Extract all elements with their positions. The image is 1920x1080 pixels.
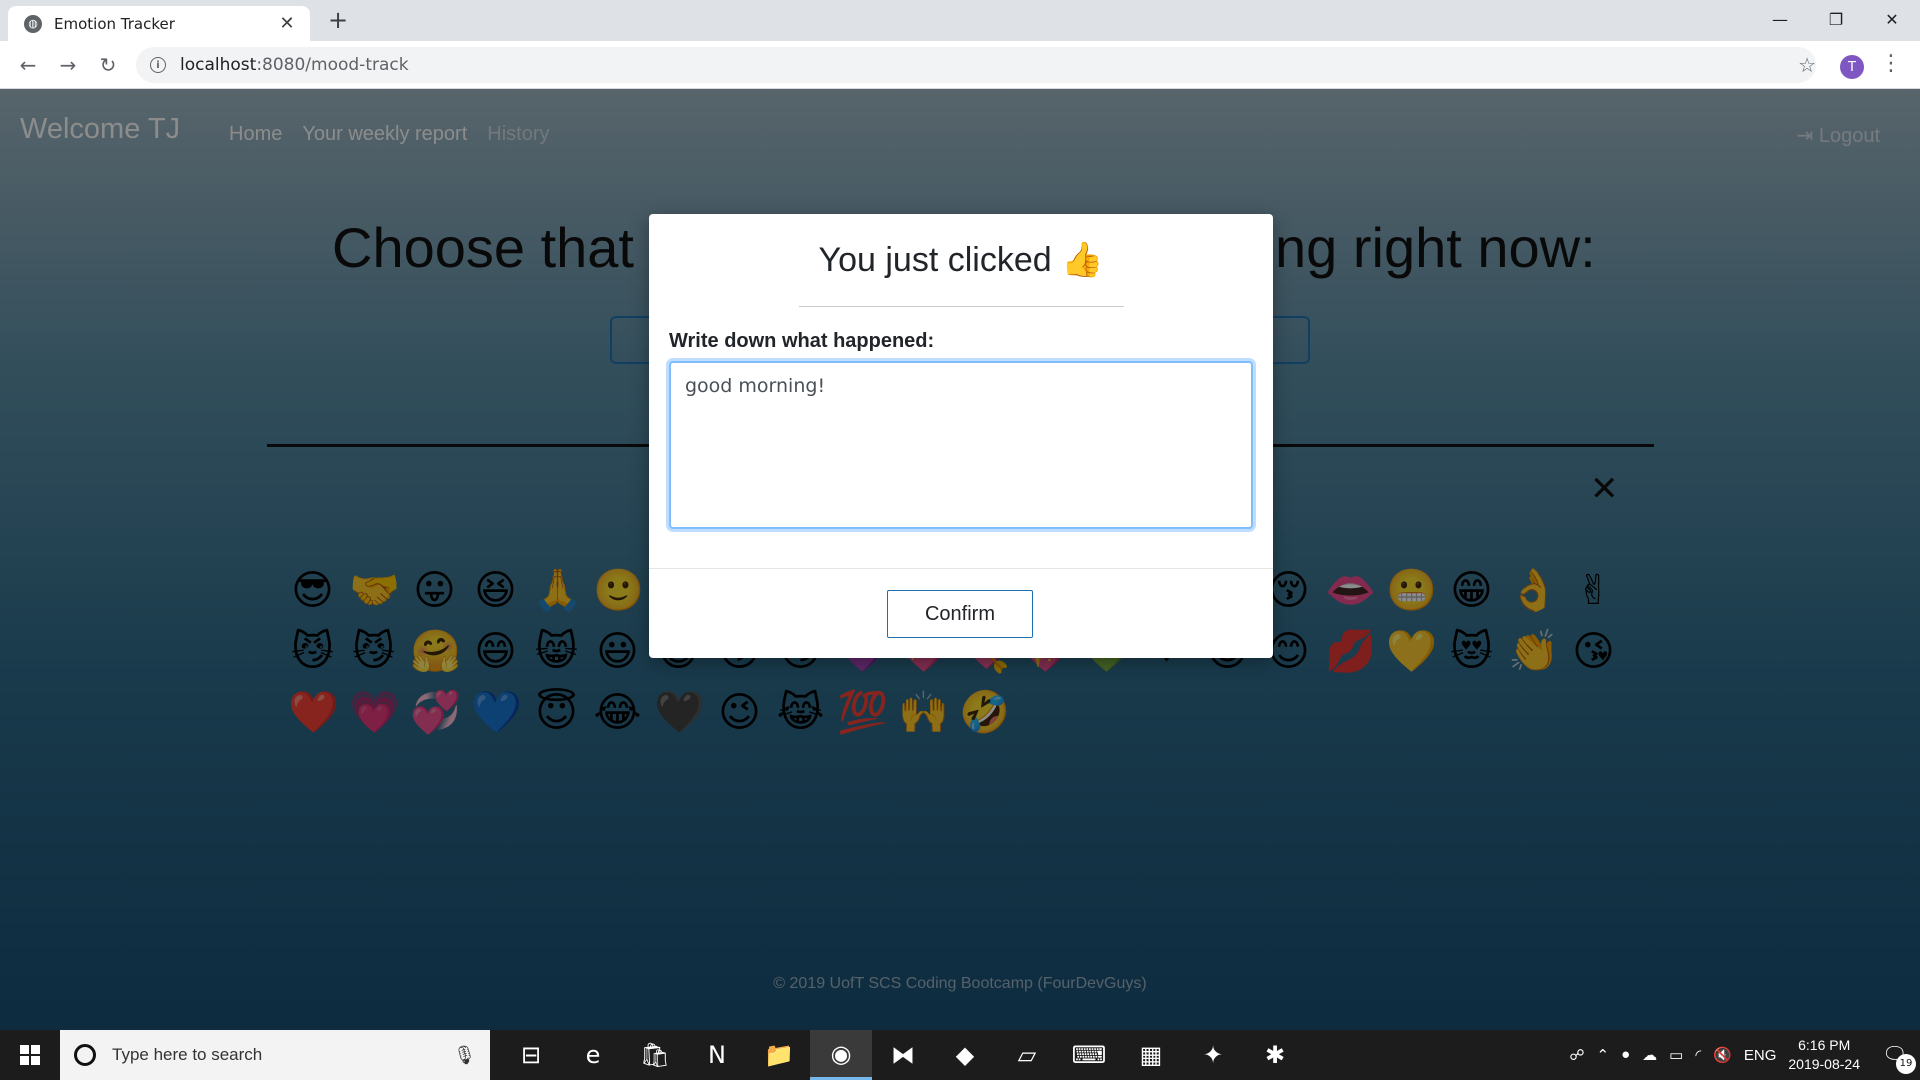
notepad-icon[interactable]: ▱ [996,1030,1058,1080]
system-tray: ☍ ⌃ ● ☁ ▭ ◜ 🔇 ENG 6:16 PM 2019-08-24 [1569,1030,1860,1080]
language-indicator[interactable]: ENG [1744,1047,1777,1064]
volume-muted-icon[interactable]: 🔇 [1713,1046,1732,1064]
browser-toolbar: ← → ↻ i localhost:8080/mood-track ☆ T ⋮ [0,41,1920,89]
clock-date: 2019-08-24 [1788,1056,1860,1072]
profile-avatar[interactable]: T [1840,55,1864,79]
modal-title-divider [799,306,1124,307]
url-host: localhost [180,55,257,75]
git-icon[interactable]: ◆ [934,1030,996,1080]
forward-button[interactable]: → [54,51,82,79]
page-content: Welcome TJ Home Your weekly report Histo… [0,89,1920,1030]
browser-tab[interactable]: ◍ Emotion Tracker ✕ [8,6,310,41]
show-hidden-icon[interactable]: ⌃ [1597,1046,1610,1064]
globe-icon: ◍ [24,14,42,33]
slack-icon[interactable]: ✱ [1244,1030,1306,1080]
textarea-label: Write down what happened: [669,330,935,352]
vscode-icon[interactable]: ⧓ [872,1030,934,1080]
close-tab-icon[interactable]: ✕ [276,13,298,34]
taskbar-search-box[interactable]: Type here to search 🎙 [60,1030,490,1080]
minimize-button[interactable]: — [1752,0,1808,38]
robo-icon[interactable]: ✦ [1182,1030,1244,1080]
start-button[interactable] [0,1030,60,1080]
info-icon[interactable]: i [150,57,166,73]
bookmark-star-icon[interactable]: ☆ [1798,53,1816,77]
url-path: :8080/mood-track [256,55,409,75]
new-tab-button[interactable]: + [324,6,352,34]
onedrive-icon[interactable]: ☁ [1642,1046,1657,1064]
mood-modal: You just clicked 👍 Write down what happe… [649,214,1273,658]
windows-taskbar: Type here to search 🎙 ⊟ e 🛍 N 📁 ◉ ⧓ ◆ ▱ ⌨ ▦ ✦ ✱ ☍ ⌃ ● ☁… [0,1030,1920,1080]
file-explorer-icon[interactable]: 📁 [748,1030,810,1080]
task-view-icon[interactable]: ⊟ [500,1030,562,1080]
chrome-icon[interactable]: ◉ [810,1030,872,1080]
microphone-icon[interactable]: 🎙 [453,1045,476,1066]
wifi-icon[interactable]: ◜ [1695,1046,1701,1064]
edge-icon[interactable]: e [562,1030,624,1080]
tab-title: Emotion Tracker [54,14,175,33]
address-bar[interactable]: i localhost:8080/mood-track [136,47,1816,83]
notification-count-badge: 19 [1896,1054,1916,1074]
workbench-icon[interactable]: ▦ [1120,1030,1182,1080]
taskbar-clock[interactable]: 6:16 PM 2019-08-24 [1788,1036,1860,1074]
norton-icon[interactable]: ● [1621,1046,1630,1064]
url-text: localhost:8080/mood-track [180,55,409,75]
browser-tab-bar: ◍ Emotion Tracker ✕ + — ❐ ✕ [0,0,1920,41]
modal-title: You just clicked 👍 [818,241,1104,279]
window-controls: — ❐ ✕ [1752,0,1920,41]
taskbar-search-placeholder: Type here to search [112,1045,263,1064]
maximize-button[interactable]: ❐ [1808,0,1864,38]
clock-time: 6:16 PM [1798,1037,1851,1053]
people-icon[interactable]: ☍ [1569,1046,1584,1064]
cortana-icon [74,1044,96,1066]
taskbar-apps: ⊟ e 🛍 N 📁 ◉ ⧓ ◆ ▱ ⌨ ▦ ✦ ✱ [500,1030,1306,1080]
notion-icon[interactable]: N [686,1030,748,1080]
reload-button[interactable]: ↻ [94,51,122,79]
back-button[interactable]: ← [14,51,42,79]
modal-footer-divider [649,568,1273,569]
terminal-icon[interactable]: ⌨ [1058,1030,1120,1080]
store-icon[interactable]: 🛍 [624,1030,686,1080]
close-window-button[interactable]: ✕ [1864,0,1920,38]
tray-icons: ☍ ⌃ ● ☁ ▭ ◜ 🔇 [1569,1046,1732,1064]
battery-icon[interactable]: ▭ [1669,1046,1683,1064]
windows-logo-icon [20,1045,40,1065]
browser-menu-icon[interactable]: ⋮ [1880,51,1902,76]
what-happened-textarea[interactable] [669,361,1253,529]
confirm-button[interactable]: Confirm [887,590,1033,638]
